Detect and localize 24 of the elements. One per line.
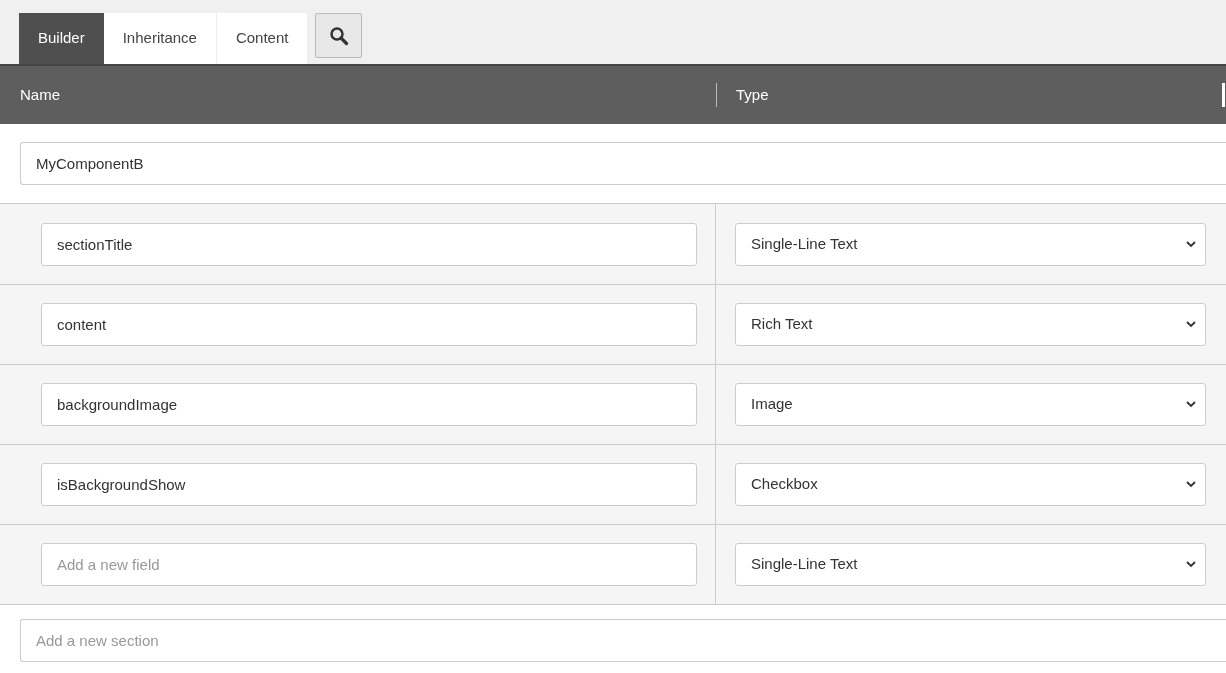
column-header: Type: [736, 85, 769, 103]
field-name-input[interactable]: backgroundImage: [41, 383, 697, 426]
field-name-input[interactable]: content: [41, 303, 697, 346]
type-dropdown[interactable]: Checkbox: [735, 463, 1206, 506]
type-dropdown[interactable]: Single-Line Text: [735, 543, 1206, 586]
tab[interactable]: Builder: [19, 13, 104, 64]
chevron-down-icon: [1186, 321, 1196, 328]
field-name-input[interactable]: sectionTitle: [41, 222, 697, 266]
search-button[interactable]: [315, 13, 363, 58]
column-header: Name: [20, 85, 60, 103]
section-name-field[interactable]: MyComponentB: [20, 142, 1226, 185]
type-dropdown[interactable]: Single-Line Text: [735, 222, 1206, 266]
new-section-field[interactable]: Add a new section: [20, 618, 1226, 662]
tab[interactable]: Inheritance: [103, 13, 217, 64]
type-dropdown[interactable]: Rich Text: [735, 303, 1206, 346]
tab[interactable]: Content: [216, 13, 309, 64]
chevron-down-icon: [1186, 561, 1196, 568]
chevron-down-icon: [1186, 481, 1196, 488]
search-icon: [328, 25, 349, 46]
type-dropdown[interactable]: Image: [735, 383, 1206, 426]
chevron-down-icon: [1186, 401, 1196, 408]
chevron-down-icon: [1186, 240, 1196, 248]
new-field-input[interactable]: Add a new field: [41, 543, 697, 586]
field-name-input[interactable]: isBackgroundShow: [41, 463, 697, 506]
